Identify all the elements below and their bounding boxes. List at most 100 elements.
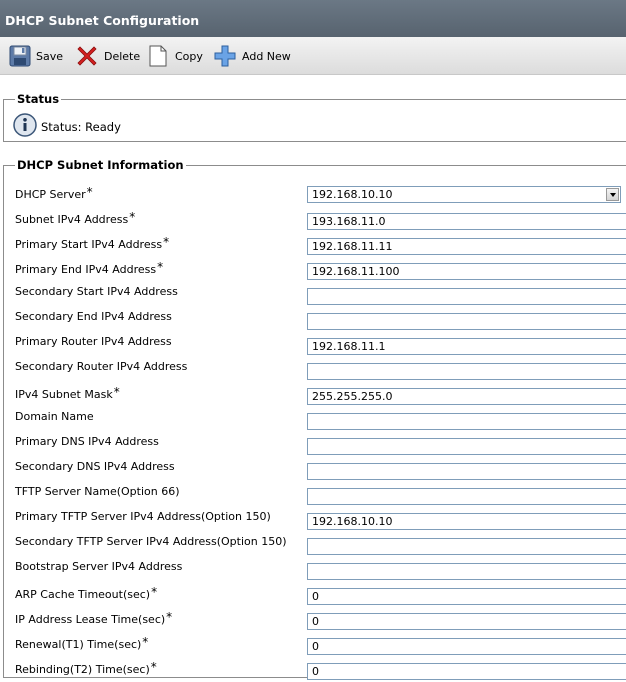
form-row-secondary-start-ipv4: Secondary Start IPv4 Address bbox=[15, 285, 626, 305]
required-marker: * bbox=[129, 210, 136, 224]
dhcp-server-select[interactable]: 192.168.10.10 bbox=[307, 186, 621, 203]
form-row-dhcp-server: DHCP Server* 192.168.10.10 bbox=[15, 185, 625, 205]
ip-lease-time-label-text: IP Address Lease Time(sec) bbox=[15, 613, 166, 626]
secondary-start-ipv4-label-text: Secondary Start IPv4 Address bbox=[15, 285, 178, 298]
arp-cache-timeout-input[interactable] bbox=[307, 588, 626, 605]
window-title: DHCP Subnet Configuration bbox=[0, 0, 626, 37]
blue-plus-icon bbox=[213, 44, 237, 68]
required-marker: * bbox=[86, 185, 93, 199]
primary-start-ipv4-input[interactable] bbox=[307, 238, 626, 255]
secondary-dns-ipv4-input[interactable] bbox=[307, 463, 626, 480]
tftp-server-name-label: TFTP Server Name(Option 66) bbox=[15, 485, 180, 498]
primary-tftp-ipv4-label-text: Primary TFTP Server IPv4 Address(Option … bbox=[15, 510, 271, 523]
form-row-domain-name: Domain Name bbox=[15, 410, 626, 430]
renewal-t1-time-input[interactable] bbox=[307, 638, 626, 655]
renewal-t1-time-label-text: Renewal(T1) Time(sec) bbox=[15, 638, 142, 651]
rebinding-t2-time-input[interactable] bbox=[307, 663, 626, 680]
form-row-primary-dns-ipv4: Primary DNS IPv4 Address bbox=[15, 435, 626, 455]
save-label: Save bbox=[36, 49, 64, 63]
secondary-end-ipv4-label-text: Secondary End IPv4 Address bbox=[15, 310, 172, 323]
form-row-subnet-ipv4-address: Subnet IPv4 Address* bbox=[15, 210, 626, 230]
secondary-router-ipv4-input[interactable] bbox=[307, 363, 626, 380]
domain-name-input[interactable] bbox=[307, 413, 626, 430]
bootstrap-server-ipv4-input[interactable] bbox=[307, 563, 626, 580]
ipv4-subnet-mask-input[interactable] bbox=[307, 388, 626, 405]
status-text: Status: Ready bbox=[41, 119, 121, 134]
ipv4-subnet-mask-label: IPv4 Subnet Mask* bbox=[15, 385, 120, 401]
renewal-t1-time-label: Renewal(T1) Time(sec)* bbox=[15, 635, 148, 651]
required-marker: * bbox=[142, 635, 149, 649]
form-row-ipv4-subnet-mask: IPv4 Subnet Mask* bbox=[15, 385, 626, 405]
subnet-info-section: DHCP Subnet Information DHCP Server* 192.… bbox=[3, 158, 626, 680]
subnet-ipv4-address-label-text: Subnet IPv4 Address bbox=[15, 213, 129, 226]
secondary-router-ipv4-label: Secondary Router IPv4 Address bbox=[15, 360, 187, 373]
rebinding-t2-time-label-text: Rebinding(T2) Time(sec) bbox=[15, 663, 150, 676]
form-row-primary-tftp-ipv4: Primary TFTP Server IPv4 Address(Option … bbox=[15, 510, 626, 530]
secondary-tftp-ipv4-input[interactable] bbox=[307, 538, 626, 555]
secondary-tftp-ipv4-label: Secondary TFTP Server IPv4 Address(Optio… bbox=[15, 535, 287, 548]
arp-cache-timeout-label-text: ARP Cache Timeout(sec) bbox=[15, 588, 151, 601]
form-row-secondary-end-ipv4: Secondary End IPv4 Address bbox=[15, 310, 626, 330]
form-row-tftp-server-name: TFTP Server Name(Option 66) bbox=[15, 485, 626, 505]
form-row-secondary-router-ipv4: Secondary Router IPv4 Address bbox=[15, 360, 626, 380]
subnet-info-legend: DHCP Subnet Information bbox=[17, 158, 184, 172]
required-marker: * bbox=[166, 610, 173, 624]
bootstrap-server-ipv4-label-text: Bootstrap Server IPv4 Address bbox=[15, 560, 183, 573]
secondary-end-ipv4-label: Secondary End IPv4 Address bbox=[15, 310, 172, 323]
primary-start-ipv4-label: Primary Start IPv4 Address* bbox=[15, 235, 169, 251]
required-marker: * bbox=[157, 260, 164, 274]
arp-cache-timeout-label: ARP Cache Timeout(sec)* bbox=[15, 585, 157, 601]
delete-label: Delete bbox=[104, 49, 141, 63]
primary-dns-ipv4-input[interactable] bbox=[307, 438, 626, 455]
primary-router-ipv4-input[interactable] bbox=[307, 338, 626, 355]
required-marker: * bbox=[150, 660, 157, 674]
copy-button[interactable]: Copy bbox=[148, 44, 203, 68]
chevron-down-icon[interactable] bbox=[606, 188, 619, 201]
primary-end-ipv4-input[interactable] bbox=[307, 263, 626, 280]
primary-router-ipv4-label: Primary Router IPv4 Address bbox=[15, 335, 172, 348]
add-new-button[interactable]: Add New bbox=[213, 44, 291, 68]
primary-router-ipv4-label-text: Primary Router IPv4 Address bbox=[15, 335, 172, 348]
domain-name-label: Domain Name bbox=[15, 410, 94, 423]
info-icon bbox=[13, 113, 37, 140]
tftp-server-name-label-text: TFTP Server Name(Option 66) bbox=[15, 485, 180, 498]
form-row-secondary-dns-ipv4: Secondary DNS IPv4 Address bbox=[15, 460, 626, 480]
tftp-server-name-input[interactable] bbox=[307, 488, 626, 505]
primary-start-ipv4-label-text: Primary Start IPv4 Address bbox=[15, 238, 163, 251]
dhcp-server-label-text: DHCP Server bbox=[15, 188, 86, 201]
ipv4-subnet-mask-label-text: IPv4 Subnet Mask bbox=[15, 388, 113, 401]
bootstrap-server-ipv4-label: Bootstrap Server IPv4 Address bbox=[15, 560, 182, 573]
primary-tftp-ipv4-input[interactable] bbox=[307, 513, 626, 530]
secondary-tftp-ipv4-label-text: Secondary TFTP Server IPv4 Address(Optio… bbox=[15, 535, 287, 548]
form-row-primary-router-ipv4: Primary Router IPv4 Address bbox=[15, 335, 626, 355]
secondary-router-ipv4-label-text: Secondary Router IPv4 Address bbox=[15, 360, 188, 373]
form-row-bootstrap-server-ipv4: Bootstrap Server IPv4 Address bbox=[15, 560, 626, 580]
form-row-arp-cache-timeout: ARP Cache Timeout(sec)* bbox=[15, 585, 626, 605]
rebinding-t2-time-label: Rebinding(T2) Time(sec)* bbox=[15, 660, 157, 676]
domain-name-label-text: Domain Name bbox=[15, 410, 94, 423]
dhcp-server-label: DHCP Server* bbox=[15, 185, 93, 201]
delete-button[interactable]: Delete bbox=[75, 44, 140, 68]
form-row-primary-end-ipv4: Primary End IPv4 Address* bbox=[15, 260, 626, 280]
form-row-secondary-tftp-ipv4: Secondary TFTP Server IPv4 Address(Optio… bbox=[15, 535, 626, 555]
ip-lease-time-label: IP Address Lease Time(sec)* bbox=[15, 610, 172, 626]
status-legend: Status bbox=[17, 92, 60, 106]
status-section: Status Status: Ready bbox=[3, 92, 626, 142]
required-marker: * bbox=[151, 585, 158, 599]
copy-label: Copy bbox=[175, 49, 203, 63]
form-row-primary-start-ipv4: Primary Start IPv4 Address* bbox=[15, 235, 626, 255]
form-row-ip-lease-time: IP Address Lease Time(sec)* bbox=[15, 610, 626, 630]
document-copy-icon bbox=[148, 44, 170, 68]
secondary-dns-ipv4-label: Secondary DNS IPv4 Address bbox=[15, 460, 175, 473]
toolbar: Save Delete Copy Add New bbox=[0, 37, 626, 75]
subnet-ipv4-address-label: Subnet IPv4 Address* bbox=[15, 210, 135, 226]
secondary-start-ipv4-input[interactable] bbox=[307, 288, 626, 305]
primary-dns-ipv4-label: Primary DNS IPv4 Address bbox=[15, 435, 159, 448]
secondary-end-ipv4-input[interactable] bbox=[307, 313, 626, 330]
save-button[interactable]: Save bbox=[9, 44, 63, 68]
subnet-ipv4-address-input[interactable] bbox=[307, 213, 626, 230]
ip-lease-time-input[interactable] bbox=[307, 613, 626, 630]
primary-end-ipv4-label-text: Primary End IPv4 Address bbox=[15, 263, 157, 276]
form-row-rebinding-t2-time: Rebinding(T2) Time(sec)* bbox=[15, 660, 626, 680]
add-new-label: Add New bbox=[242, 49, 291, 63]
